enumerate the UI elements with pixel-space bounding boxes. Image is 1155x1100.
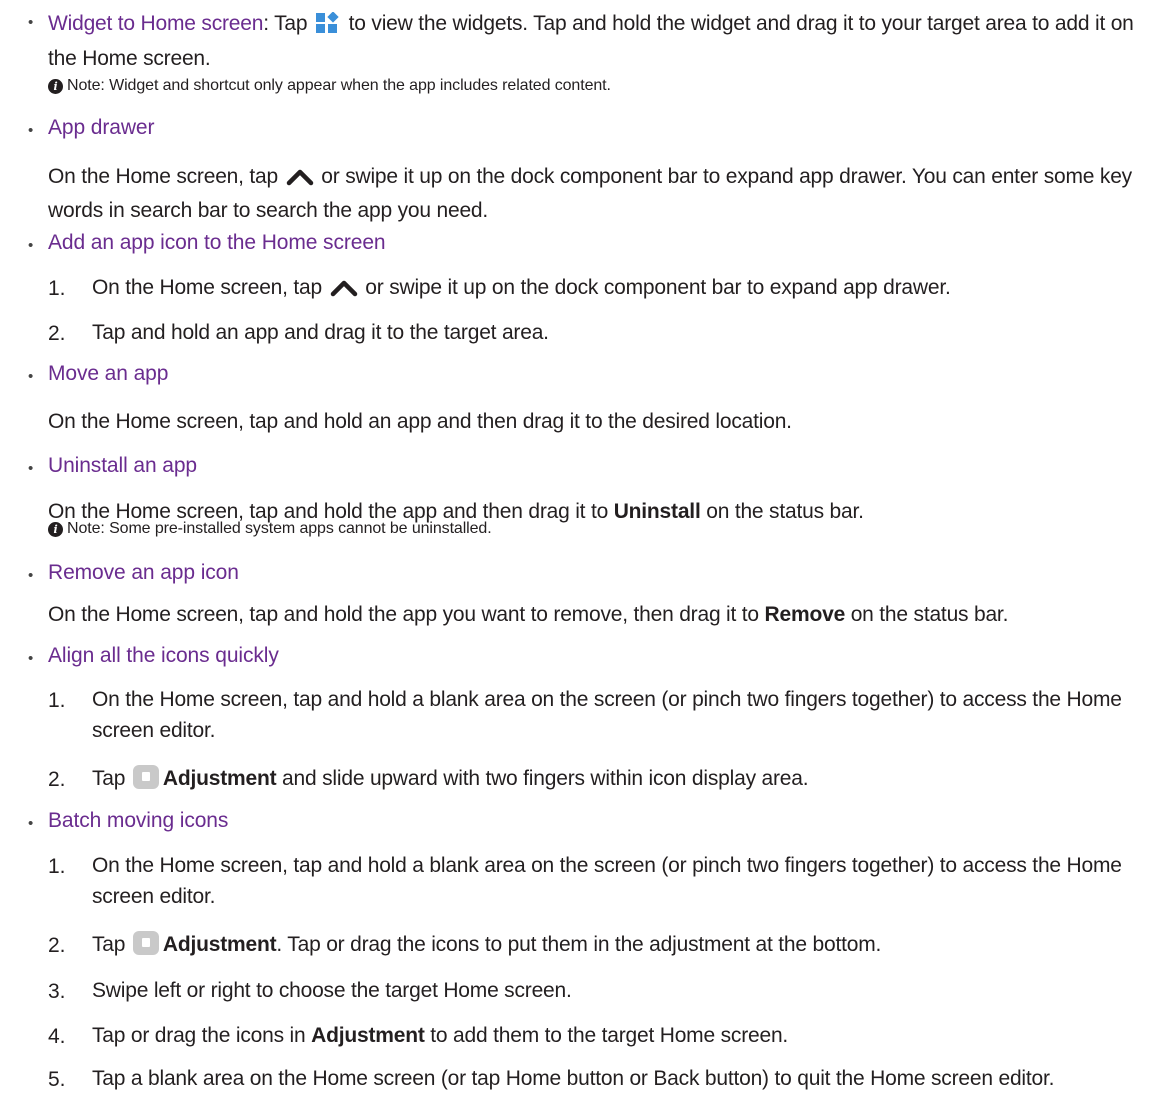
align-heading: Align all the icons quickly (48, 644, 279, 667)
step-number: 2. (48, 768, 66, 791)
chevron-up-icon (330, 275, 358, 306)
uninstall-heading: Uninstall an app (48, 454, 197, 477)
chevron-up-icon (286, 164, 314, 195)
note-uninstall-text: Note: Some pre-installed system apps can… (67, 520, 492, 537)
widget-paragraph: Widget to Home screen: Tap to view the w… (48, 8, 1148, 74)
step-text-a: On the Home screen, tap (92, 276, 328, 299)
bullet: • (28, 567, 34, 584)
widgets-icon (316, 11, 340, 43)
remove-icon-paragraph: On the Home screen, tap and hold the app… (48, 599, 1148, 630)
bullet: • (28, 460, 34, 477)
bullet: • (28, 237, 34, 254)
batch-step-3: Swipe left or right to choose the target… (92, 979, 572, 1002)
step-text-a: Tap (92, 933, 131, 956)
uninstall-bold: Uninstall (613, 500, 701, 523)
bullet: • (28, 368, 34, 385)
note-widget-text: Note: Widget and shortcut only appear wh… (67, 77, 611, 94)
move-app-heading: Move an app (48, 362, 169, 385)
move-app-paragraph: On the Home screen, tap and hold an app … (48, 410, 792, 433)
bullet: • (28, 650, 34, 667)
step-number: 1. (48, 855, 66, 878)
step-text-a: Tap (92, 767, 131, 790)
bullet: • (28, 815, 34, 832)
remove-text-a: On the Home screen, tap and hold the app… (48, 603, 765, 626)
app-drawer-paragraph: On the Home screen, tap or swipe it up o… (48, 161, 1148, 226)
app-drawer-text-a: On the Home screen, tap (48, 165, 284, 188)
note-widget: i Note: Widget and shortcut only appear w… (48, 77, 611, 95)
add-icon-step-2: Tap and hold an app and drag it to the t… (92, 321, 549, 344)
step-number: 2. (48, 322, 66, 345)
adjustment-icon (132, 931, 159, 955)
step-number: 2. (48, 934, 66, 957)
uninstall-text-b: on the status bar. (700, 500, 864, 523)
step-bold: Adjustment (311, 1024, 425, 1047)
batch-step-5: Tap a blank area on the Home screen (or … (92, 1067, 1055, 1090)
remove-text-b: on the status bar. (845, 603, 1009, 626)
step-number: 1. (48, 277, 66, 300)
widget-heading: Widget to Home screen (48, 12, 264, 35)
info-icon: i (48, 522, 63, 537)
bullet: • (28, 122, 34, 139)
step-text-b: to add them to the target Home screen. (424, 1024, 789, 1047)
batch-step-1: On the Home screen, tap and hold a blank… (92, 854, 1122, 908)
step-bold: Adjustment (162, 767, 277, 790)
step-text-b: . Tap or drag the icons to put them in t… (276, 933, 882, 956)
batch-step-4: Tap or drag the icons in Adjustment to a… (92, 1020, 1148, 1051)
align-step-1: On the Home screen, tap and hold a blank… (92, 688, 1122, 742)
step-text-a: Tap or drag the icons in (92, 1024, 312, 1047)
step-bold: Adjustment (162, 933, 277, 956)
remove-icon-heading: Remove an app icon (48, 561, 239, 584)
step-number: 4. (48, 1025, 66, 1048)
add-icon-step-1: On the Home screen, tap or swipe it up o… (92, 272, 1148, 306)
remove-bold: Remove (764, 603, 846, 626)
align-step-2: Tap Adjustment and slide upward with two… (92, 763, 1148, 794)
batch-step-2: Tap Adjustment. Tap or drag the icons to… (92, 929, 1148, 960)
note-uninstall: i Note: Some pre-installed system apps ca… (48, 520, 492, 538)
step-number: 3. (48, 980, 66, 1003)
step-text-b: or swipe it up on the dock component bar… (359, 276, 951, 299)
step-number: 5. (48, 1068, 66, 1091)
info-icon: i (48, 79, 63, 94)
widget-text-a: : Tap (263, 12, 314, 35)
add-icon-heading: Add an app icon to the Home screen (48, 231, 386, 254)
step-number: 1. (48, 689, 66, 712)
batch-heading: Batch moving icons (48, 809, 229, 832)
bullet: • (28, 14, 34, 31)
step-text-b: and slide upward with two fingers within… (276, 767, 809, 790)
app-drawer-heading: App drawer (48, 116, 155, 139)
adjustment-icon (132, 765, 159, 789)
